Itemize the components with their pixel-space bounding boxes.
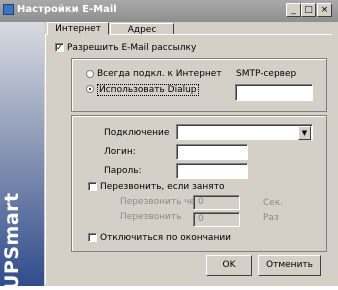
redial-times-label: Перезвонить — [120, 212, 182, 222]
use-dialup-label: Использовать Dialup — [97, 84, 199, 96]
tab-internet[interactable]: Интернет — [47, 22, 109, 35]
enable-mail-checkbox[interactable]: ✓ — [55, 43, 64, 52]
login-input[interactable] — [176, 144, 248, 160]
redial-label: Перезвонить, если занято — [100, 182, 225, 192]
password-input[interactable] — [176, 163, 248, 179]
close-button[interactable]: × — [317, 3, 332, 17]
window-title: Настройки E-Mail — [17, 4, 117, 15]
chevron-down-icon[interactable]: ▼ — [298, 126, 311, 140]
maximize-button[interactable]: □ — [301, 3, 316, 17]
disconnect-label: Отключиться по окончании — [100, 233, 232, 243]
settings-window: Настройки E-Mail _ □ × UPSmart Интернет … — [0, 0, 338, 290]
smtp-server-input[interactable] — [235, 84, 313, 101]
minimize-button[interactable]: _ — [286, 3, 301, 17]
always-online-radio[interactable] — [86, 70, 94, 78]
connection-label: Подключение — [104, 128, 170, 138]
connection-select[interactable]: ▼ — [176, 124, 313, 140]
disconnect-checkbox[interactable] — [88, 233, 97, 242]
enable-mail-label: Разрешить E-Mail рассылку — [67, 43, 197, 53]
redial-after-input[interactable]: 0 — [193, 195, 240, 210]
redial-after-unit: Сек. — [263, 198, 284, 208]
ok-button[interactable]: OK — [206, 255, 252, 276]
redial-times-input[interactable]: 0 — [193, 212, 240, 227]
brand-sidebar: UPSmart — [0, 22, 44, 290]
app-icon — [3, 4, 14, 15]
cancel-button[interactable]: Отменить — [258, 255, 321, 276]
brand-logo-text: UPSmart — [1, 192, 23, 290]
password-label: Пароль: — [104, 166, 142, 176]
redial-checkbox[interactable] — [88, 182, 97, 191]
smtp-server-label: SMTP-сервер — [236, 69, 297, 79]
use-dialup-radio[interactable] — [86, 85, 94, 93]
redial-times-unit: Раз — [263, 213, 279, 223]
login-label: Логин: — [104, 147, 136, 157]
title-bar[interactable]: Настройки E-Mail _ □ × — [0, 0, 338, 22]
always-online-label: Всегда подкл. к Интернет — [97, 69, 222, 79]
